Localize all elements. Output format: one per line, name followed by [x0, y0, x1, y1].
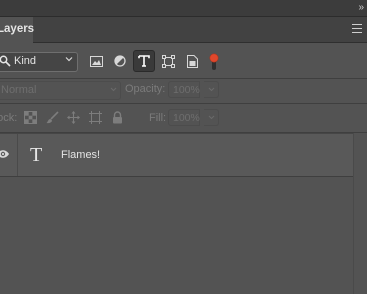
fill-label: Fill: — [149, 112, 167, 124]
blend-row: Normal Opacity: 100% — [0, 80, 367, 100]
smart-object-filter-button[interactable] — [181, 50, 203, 72]
divider — [0, 103, 367, 104]
shape-filter-icon — [161, 54, 175, 68]
eye-icon[interactable] — [0, 148, 13, 160]
image-filter-button[interactable] — [85, 50, 107, 72]
type-layer-icon: T — [30, 144, 43, 166]
fill-dropdown-button[interactable] — [204, 109, 219, 126]
blend-mode-select[interactable]: Normal — [0, 81, 121, 100]
divider — [17, 134, 18, 176]
adjustment-filter-icon — [114, 55, 126, 67]
blend-mode-value: Normal — [1, 84, 37, 96]
opacity-dropdown-button[interactable] — [204, 81, 219, 98]
lock-position-icon[interactable] — [67, 111, 80, 124]
chevron-down-icon — [208, 115, 215, 120]
lock-transparent-pixels-icon[interactable] — [24, 111, 37, 124]
kind-filter-select[interactable]: Kind — [0, 52, 78, 72]
scrollbar-track[interactable] — [353, 133, 354, 294]
adjustment-filter-button[interactable] — [109, 50, 131, 72]
layers-list: T Flames! — [0, 133, 367, 294]
fill-field[interactable]: 100% — [168, 109, 200, 126]
chevron-down-icon — [110, 87, 117, 92]
type-filter-icon — [138, 55, 150, 67]
shape-filter-button[interactable] — [157, 50, 179, 72]
type-filter-button[interactable] — [133, 50, 155, 72]
lock-image-pixels-icon[interactable] — [46, 111, 59, 124]
tab-layers[interactable]: Layers — [0, 17, 34, 43]
search-icon — [0, 55, 11, 67]
panel-top-strip: » — [0, 0, 367, 17]
chevron-down-icon — [208, 87, 215, 92]
image-filter-icon — [89, 55, 103, 67]
filter-row: Kind — [0, 48, 367, 76]
filter-toggle-switch[interactable] — [209, 53, 219, 71]
opacity-field[interactable]: 100% — [168, 81, 200, 98]
collapse-panels-button[interactable]: » — [358, 2, 363, 13]
divider — [0, 78, 367, 79]
lock-artboard-icon[interactable] — [89, 111, 102, 124]
kind-filter-value: Kind — [14, 55, 37, 67]
smart-object-filter-icon — [186, 54, 198, 68]
lock-label: Lock: — [0, 112, 18, 124]
opacity-label: Opacity: — [125, 83, 166, 95]
layer-name[interactable]: Flames! — [61, 149, 100, 161]
panel-tab-bar: Layers — [0, 17, 367, 43]
layer-row[interactable]: T Flames! — [0, 133, 353, 177]
chevron-down-icon — [65, 57, 73, 62]
lock-all-icon[interactable] — [111, 111, 124, 124]
hamburger-icon[interactable] — [352, 24, 362, 33]
lock-row: Lock: Fill: 100% — [0, 108, 367, 128]
